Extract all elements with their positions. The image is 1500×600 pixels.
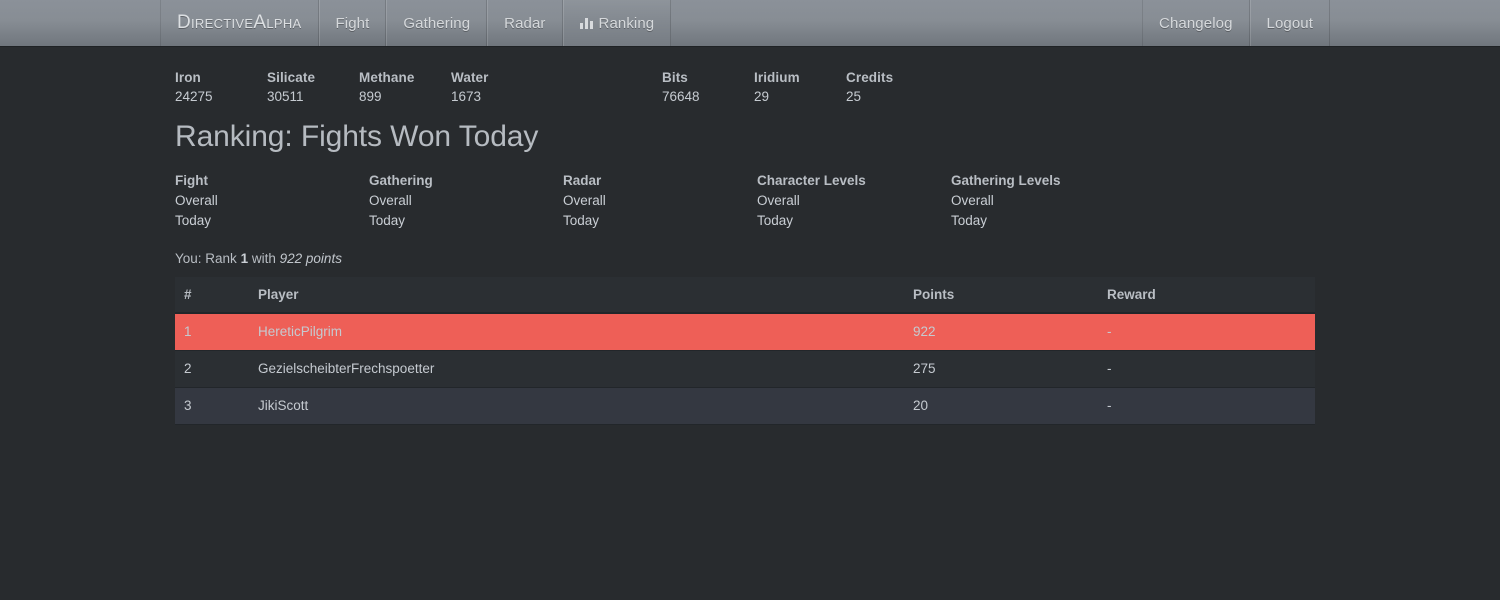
category-link-today[interactable]: Today (951, 211, 1145, 231)
category-link-overall[interactable]: Overall (563, 191, 757, 211)
resource-value: 24275 (175, 89, 213, 104)
resource-label: Silicate (267, 70, 316, 85)
category-link-overall[interactable]: Overall (757, 191, 951, 211)
category-link-overall[interactable]: Overall (369, 191, 563, 211)
column-header-points[interactable]: Points (904, 277, 1098, 314)
top-navbar: DirectiveAlpha Fight Gathering Radar Ran… (0, 0, 1500, 47)
cell-player: JikiScott (249, 387, 904, 425)
page-title: Ranking: Fights Won Today (175, 120, 539, 153)
category-gathering-levels: Gathering Levels Overall Today (951, 171, 1145, 231)
category-fight: Fight Overall Today (175, 171, 369, 231)
nav-item-label: Fight (335, 14, 370, 32)
cell-reward: - (1098, 313, 1315, 351)
cell-reward: - (1098, 387, 1315, 425)
resource-value: 30511 (267, 89, 304, 104)
cell-reward: - (1098, 350, 1315, 388)
self-rank-summary: You: Rank 1 with 922 points (175, 250, 1480, 268)
category-link-today[interactable]: Today (757, 211, 951, 231)
nav-item-label: Ranking (598, 14, 655, 32)
resource-label: Methane (359, 70, 415, 85)
page-content: Iron 24275 Silicate 30511 Methane 899 Wa… (0, 47, 1500, 425)
ranking-table-head: # Player Points Reward (175, 277, 1315, 314)
self-rank-middle: with (251, 251, 276, 266)
resource-group-primary: Iron 24275 Silicate 30511 Methane 899 Wa… (175, 69, 543, 107)
resource-iridium: Iridium 29 (754, 69, 846, 107)
nav-item-label: Radar (504, 14, 546, 32)
resource-label: Water (451, 70, 489, 85)
resource-label: Iridium (754, 70, 800, 85)
nav-item-changelog[interactable]: Changelog (1142, 0, 1250, 46)
resource-iron: Iron 24275 (175, 69, 267, 107)
resource-bar: Iron 24275 Silicate 30511 Methane 899 Wa… (175, 47, 1480, 107)
resource-methane: Methane 899 (359, 69, 451, 107)
category-title: Radar (563, 173, 602, 188)
nav-item-label: Changelog (1159, 14, 1233, 32)
navbar-right-group: Changelog Logout (1142, 0, 1330, 46)
resource-spacer (543, 69, 662, 107)
resource-credits: Credits 25 (846, 69, 938, 107)
cell-player: GezielscheibterFrechspoetter (249, 350, 904, 388)
category-character-levels: Character Levels Overall Today (757, 171, 951, 231)
resource-value: 25 (846, 89, 862, 104)
category-title: Gathering Levels (951, 173, 1061, 188)
cell-points: 922 (904, 313, 1098, 351)
bar-chart-icon (579, 17, 593, 29)
cell-rank: 3 (175, 387, 249, 425)
nav-item-gathering[interactable]: Gathering (386, 0, 488, 46)
ranking-table: # Player Points Reward 1 HereticPilgrim … (175, 277, 1315, 425)
table-row[interactable]: 2 GezielscheibterFrechspoetter 275 - (175, 350, 1315, 388)
self-rank-value: 1 (240, 251, 249, 266)
category-link-today[interactable]: Today (175, 211, 369, 231)
nav-item-label: Gathering (403, 14, 471, 32)
table-row[interactable]: 1 HereticPilgrim 922 - (175, 313, 1315, 351)
column-header-reward[interactable]: Reward (1098, 277, 1315, 314)
resource-group-secondary: Bits 76648 Iridium 29 Credits 25 (662, 69, 938, 107)
table-header-row: # Player Points Reward (175, 277, 1315, 314)
category-gathering: Gathering Overall Today (369, 171, 563, 231)
cell-points: 275 (904, 350, 1098, 388)
nav-item-label: Logout (1266, 14, 1313, 32)
resource-value: 29 (754, 89, 770, 104)
cell-rank: 2 (175, 350, 249, 388)
nav-item-logout[interactable]: Logout (1249, 0, 1330, 46)
category-title: Gathering (369, 173, 433, 188)
category-title: Fight (175, 173, 208, 188)
nav-item-radar[interactable]: Radar (487, 0, 563, 46)
brand-label: DirectiveAlpha (177, 12, 302, 33)
category-link-overall[interactable]: Overall (175, 191, 369, 211)
resource-water: Water 1673 (451, 69, 543, 107)
nav-item-fight[interactable]: Fight (318, 0, 387, 46)
resource-label: Bits (662, 70, 688, 85)
navbar-left-group: DirectiveAlpha Fight Gathering Radar Ran… (160, 0, 672, 46)
category-title: Character Levels (757, 173, 866, 188)
resource-value: 76648 (662, 89, 700, 104)
resource-value: 899 (359, 89, 382, 104)
resource-label: Iron (175, 70, 201, 85)
self-rank-prefix: You: Rank (175, 251, 237, 266)
resource-bits: Bits 76648 (662, 69, 754, 107)
nav-item-ranking[interactable]: Ranking (562, 0, 672, 46)
ranking-category-links: Fight Overall Today Gathering Overall To… (175, 171, 1480, 231)
resource-silicate: Silicate 30511 (267, 69, 359, 107)
column-header-rank[interactable]: # (175, 277, 249, 314)
category-radar: Radar Overall Today (563, 171, 757, 231)
resource-label: Credits (846, 70, 894, 85)
resource-value: 1673 (451, 89, 482, 104)
cell-rank: 1 (175, 313, 249, 351)
self-rank-points: 922 points (279, 251, 342, 266)
cell-player: HereticPilgrim (249, 313, 904, 351)
column-header-player[interactable]: Player (249, 277, 904, 314)
category-link-overall[interactable]: Overall (951, 191, 1145, 211)
category-link-today[interactable]: Today (369, 211, 563, 231)
ranking-table-body: 1 HereticPilgrim 922 - 2 Gezielscheibter… (175, 313, 1315, 425)
table-row[interactable]: 3 JikiScott 20 - (175, 387, 1315, 425)
brand-logo[interactable]: DirectiveAlpha (160, 0, 319, 46)
category-link-today[interactable]: Today (563, 211, 757, 231)
cell-points: 20 (904, 387, 1098, 425)
